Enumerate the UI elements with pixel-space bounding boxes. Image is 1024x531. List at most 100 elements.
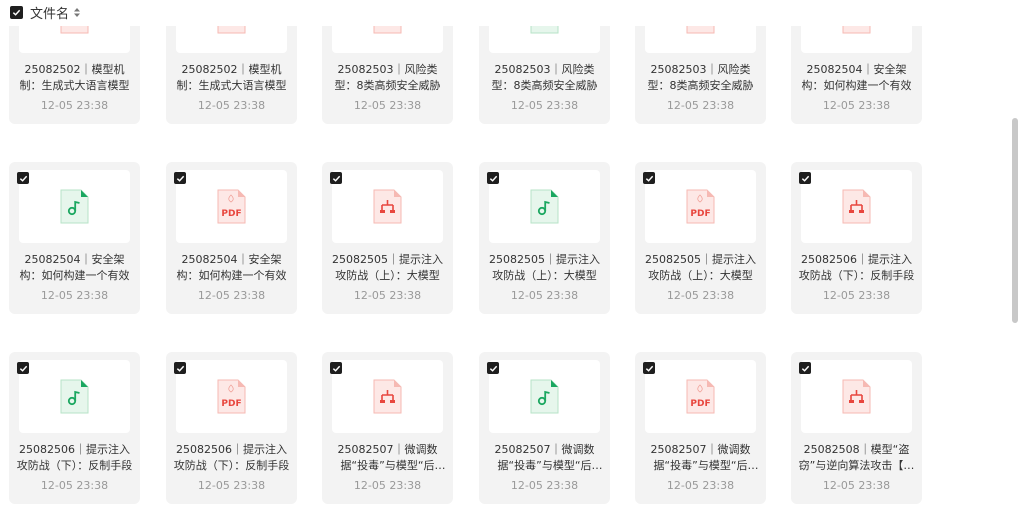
check-icon — [489, 365, 497, 372]
check-icon — [19, 365, 27, 372]
file-thumbnail[interactable] — [489, 170, 600, 243]
file-thumbnail[interactable] — [332, 360, 443, 433]
file-name[interactable]: 25082507｜微调数据“投毒”与模型“后门”攻击 — [641, 442, 760, 474]
file-date: 12-05 23:38 — [666, 99, 735, 112]
file-date: 12-05 23:38 — [666, 479, 735, 492]
file-name[interactable]: 25082503｜风险类型：8类高频安全威胁 — [641, 62, 760, 94]
file-checkbox[interactable] — [330, 172, 342, 184]
file-thumbnail[interactable] — [801, 170, 912, 243]
file-checkbox[interactable] — [643, 172, 655, 184]
file-thumbnail[interactable] — [19, 170, 130, 243]
file-thumbnail[interactable]: PDF — [645, 360, 756, 433]
presentation-file-icon — [842, 379, 871, 414]
presentation-file-icon — [373, 379, 402, 414]
file-name[interactable]: 25082504｜安全架构：如何构建一个有效 — [15, 252, 134, 284]
file-card[interactable]: PDF 25082505｜提示注入攻防战（上）：大模型 12-05 23:38 — [635, 162, 766, 314]
svg-text:PDF: PDF — [221, 399, 241, 409]
file-name[interactable]: 25082507｜微调数据“投毒”与模型“后门”攻击 — [328, 442, 447, 474]
file-name[interactable]: 25082503｜风险类型：8类高频安全威胁 — [485, 62, 604, 94]
pdf-file-icon: PDF — [217, 189, 246, 224]
file-name[interactable]: 25082503｜风险类型：8类高频安全威胁 — [328, 62, 447, 94]
file-thumbnail[interactable] — [332, 170, 443, 243]
file-name[interactable]: 25082502｜模型机制：生成式大语言模型 — [172, 62, 291, 94]
file-card[interactable]: 25082506｜提示注入攻防战（下）：反制手段 12-05 23:38 — [9, 352, 140, 504]
file-name[interactable]: 25082505｜提示注入攻防战（上）：大模型 — [641, 252, 760, 284]
file-date: 12-05 23:38 — [510, 99, 579, 112]
scrollbar-thumb[interactable] — [1012, 118, 1018, 323]
file-card[interactable]: 25082504｜安全架构：如何构建一个有效 12-05 23:38 — [9, 162, 140, 314]
file-card[interactable]: PDF 25082506｜提示注入攻防战（下）：反制手段 12-05 23:38 — [166, 352, 297, 504]
file-checkbox[interactable] — [643, 362, 655, 374]
file-date: 12-05 23:38 — [822, 289, 891, 302]
check-icon — [332, 365, 340, 372]
check-icon — [19, 175, 27, 182]
sort-icon[interactable] — [73, 7, 81, 18]
check-icon — [12, 9, 21, 16]
file-date: 12-05 23:38 — [40, 289, 109, 302]
file-card[interactable]: 25082505｜提示注入攻防战（上）：大模型 12-05 23:38 — [479, 162, 610, 314]
file-name[interactable]: 25082506｜提示注入攻防战（下）：反制手段 — [172, 442, 291, 474]
audio-file-icon — [60, 189, 89, 224]
file-date: 12-05 23:38 — [510, 289, 579, 302]
file-checkbox[interactable] — [17, 172, 29, 184]
file-card[interactable]: 25082506｜提示注入攻防战（下）：反制手段 12-05 23:38 — [791, 162, 922, 314]
svg-text:PDF: PDF — [690, 209, 710, 219]
file-name[interactable]: 25082506｜提示注入攻防战（下）：反制手段 — [15, 442, 134, 474]
file-thumbnail[interactable] — [19, 360, 130, 433]
file-name[interactable]: 25082508｜模型“盗窃”与逆向算法攻击【更新】 — [797, 442, 916, 474]
file-date: 12-05 23:38 — [40, 479, 109, 492]
file-checkbox[interactable] — [330, 362, 342, 374]
file-thumbnail[interactable] — [801, 360, 912, 433]
file-date: 12-05 23:38 — [353, 99, 422, 112]
check-icon — [645, 175, 653, 182]
select-all-checkbox[interactable] — [10, 6, 23, 19]
check-icon — [801, 365, 809, 372]
file-checkbox[interactable] — [487, 172, 499, 184]
filename-sort-header[interactable]: 文件名 — [30, 3, 81, 22]
file-name[interactable]: 25082505｜提示注入攻防战（上）：大模型 — [328, 252, 447, 284]
pdf-file-icon: PDF — [217, 379, 246, 414]
file-name[interactable]: 25082502｜模型机制：生成式大语言模型 — [15, 62, 134, 94]
file-card[interactable]: 25082508｜模型“盗窃”与逆向算法攻击【更新】 12-05 23:38 — [791, 352, 922, 504]
file-date: 12-05 23:38 — [197, 99, 266, 112]
file-date: 12-05 23:38 — [822, 479, 891, 492]
file-date: 12-05 23:38 — [510, 479, 579, 492]
file-card[interactable]: 25082507｜微调数据“投毒”与模型“后门”攻击 12-05 23:38 — [479, 352, 610, 504]
file-name[interactable]: 25082504｜安全架构：如何构建一个有效 — [797, 62, 916, 94]
pdf-file-icon: PDF — [686, 379, 715, 414]
file-date: 12-05 23:38 — [40, 99, 109, 112]
file-date: 12-05 23:38 — [822, 99, 891, 112]
svg-text:PDF: PDF — [221, 209, 241, 219]
audio-file-icon — [530, 189, 559, 224]
file-grid: PDF 25082502｜模型机制：生成式大语言模型 12-05 23:38 PDF 2… — [0, 0, 1000, 531]
file-thumbnail[interactable]: PDF — [176, 170, 287, 243]
file-name[interactable]: 25082505｜提示注入攻防战（上）：大模型 — [485, 252, 604, 284]
file-date: 12-05 23:38 — [197, 289, 266, 302]
audio-file-icon — [530, 379, 559, 414]
file-thumbnail[interactable]: PDF — [176, 360, 287, 433]
presentation-file-icon — [373, 189, 402, 224]
check-icon — [801, 175, 809, 182]
file-checkbox[interactable] — [487, 362, 499, 374]
svg-text:PDF: PDF — [690, 399, 710, 409]
file-thumbnail[interactable] — [489, 360, 600, 433]
file-checkbox[interactable] — [174, 172, 186, 184]
file-card[interactable]: 25082507｜微调数据“投毒”与模型“后门”攻击 12-05 23:38 — [322, 352, 453, 504]
file-checkbox[interactable] — [17, 362, 29, 374]
audio-file-icon — [60, 379, 89, 414]
file-checkbox[interactable] — [174, 362, 186, 374]
list-header: 文件名 — [0, 0, 1000, 26]
file-card[interactable]: PDF 25082507｜微调数据“投毒”与模型“后门”攻击 12-05 23:38 — [635, 352, 766, 504]
file-card[interactable]: 25082505｜提示注入攻防战（上）：大模型 12-05 23:38 — [322, 162, 453, 314]
file-name[interactable]: 25082507｜微调数据“投毒”与模型“后门”攻击 — [485, 442, 604, 474]
check-icon — [332, 175, 340, 182]
file-name[interactable]: 25082504｜安全架构：如何构建一个有效 — [172, 252, 291, 284]
file-thumbnail[interactable]: PDF — [645, 170, 756, 243]
file-date: 12-05 23:38 — [353, 479, 422, 492]
pdf-file-icon: PDF — [686, 189, 715, 224]
file-checkbox[interactable] — [799, 362, 811, 374]
file-date: 12-05 23:38 — [197, 479, 266, 492]
file-card[interactable]: PDF 25082504｜安全架构：如何构建一个有效 12-05 23:38 — [166, 162, 297, 314]
file-checkbox[interactable] — [799, 172, 811, 184]
file-name[interactable]: 25082506｜提示注入攻防战（下）：反制手段 — [797, 252, 916, 284]
